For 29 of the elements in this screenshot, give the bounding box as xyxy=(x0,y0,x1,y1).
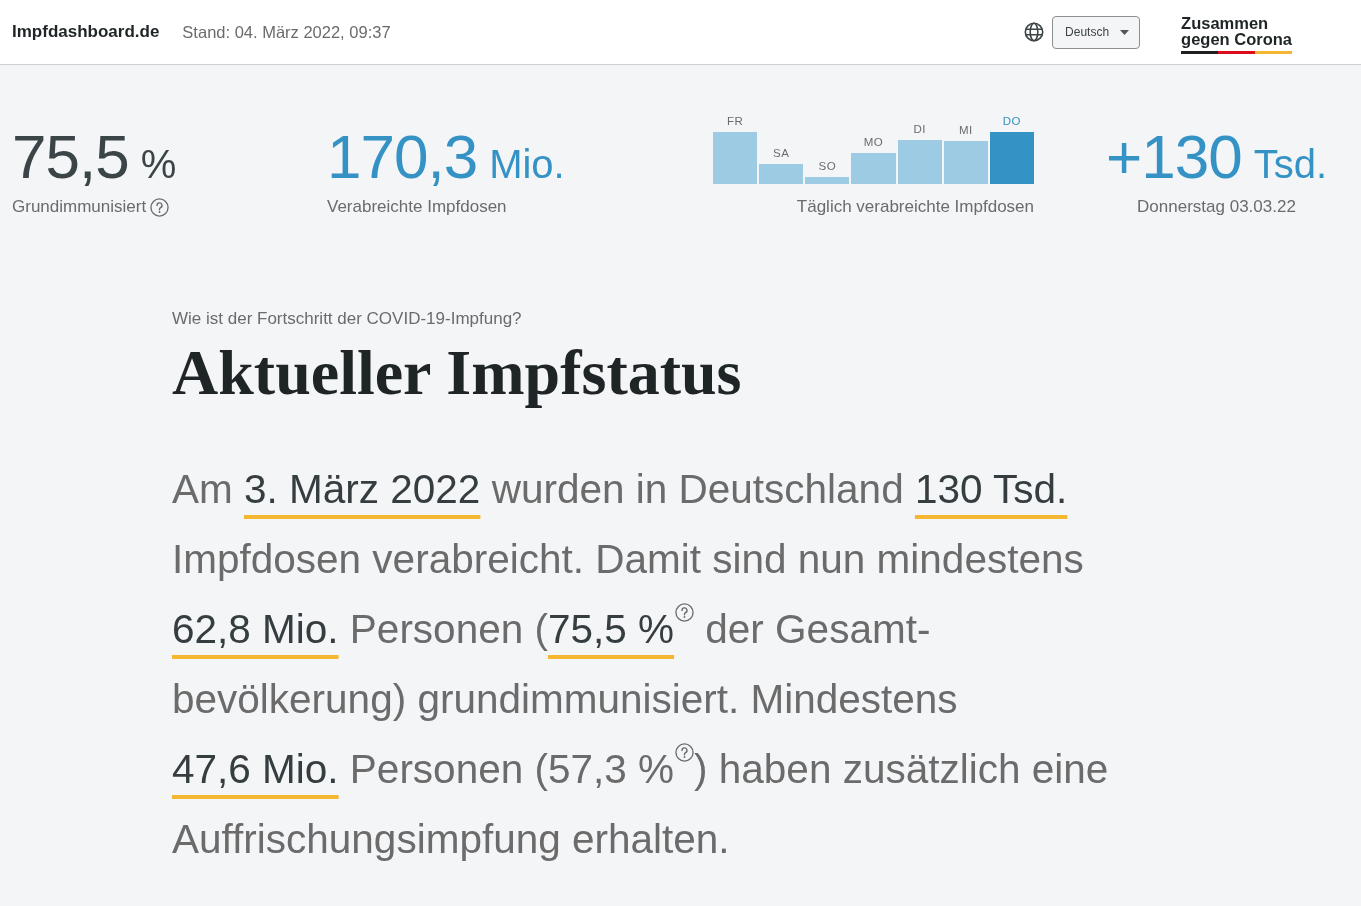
caret-icon xyxy=(1120,29,1130,35)
help-icon[interactable] xyxy=(675,603,695,623)
stat-label: Verabreichte Impfdosen xyxy=(327,197,507,217)
campaign-logo[interactable]: Zusammen gegen Corona xyxy=(1181,10,1292,54)
globe-icon xyxy=(1024,22,1045,42)
day-label: DI xyxy=(913,123,926,136)
stat-label: Grundimmunisiert xyxy=(12,197,147,217)
language-select[interactable]: Deutsch xyxy=(1052,15,1141,49)
stat-value: +130 xyxy=(1106,126,1242,188)
update-timestamp: Stand: 04. März 2022, 09:37 xyxy=(182,22,391,42)
day-label: SO xyxy=(818,160,837,173)
day-label: MO xyxy=(863,136,884,149)
stat-value: 170,3 xyxy=(327,126,478,188)
help-icon[interactable] xyxy=(675,743,695,763)
section-question: Wie ist der Fortschritt der COVID-19-Impfung? xyxy=(172,309,522,329)
day-label: MI xyxy=(958,124,973,137)
stat-unit: % xyxy=(140,144,177,184)
section-title: Aktueller Impfstatus xyxy=(172,339,742,407)
stat-unit: Tsd. xyxy=(1253,144,1327,184)
day-label: DO xyxy=(1002,115,1022,128)
site-name[interactable]: Impfdashboard.de xyxy=(12,22,160,42)
stat-label: Donnerstag 03.03.22 xyxy=(1137,197,1296,217)
day-label: FR xyxy=(726,115,744,128)
day-label: SA xyxy=(773,147,790,160)
stat-value: 75,5 xyxy=(12,126,129,188)
help-icon[interactable] xyxy=(150,197,170,217)
stat-unit: Mio. xyxy=(489,144,565,184)
chart-label: Täglich verabreichte Impfdosen xyxy=(796,197,1034,217)
summary-paragraph: Am 3. März 2022 wurden in Deutschland 130 Tsd. Impfdosen verabreicht. Damit sind nun mindestens 62,8 Mio. Personen (75,5 % der Gesamt- bevölkerung) grundimmunisiert. Mindestens 47,6 Mio. Personen (57,3 % ) haben zusätzlich eine Auffrischungsimpfung erhalten. xyxy=(172,465,1109,865)
